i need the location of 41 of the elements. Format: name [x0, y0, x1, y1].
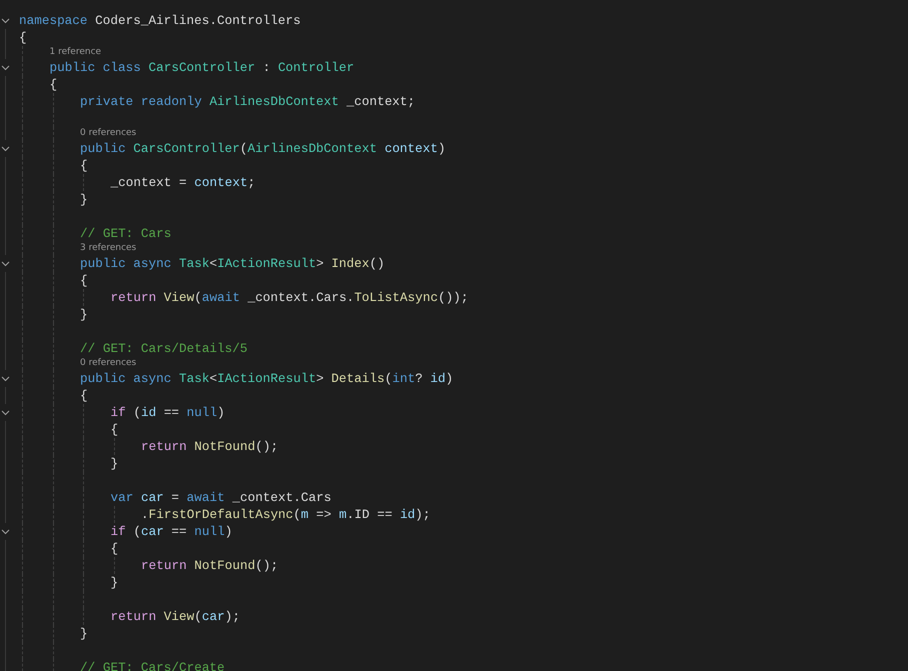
chevron-down-icon[interactable] [1, 16, 10, 25]
code-line: } [80, 625, 88, 642]
code-line: public async Task<IActionResult> Index() [80, 255, 385, 272]
code-line: { [50, 76, 58, 93]
reference-count-link[interactable]: 0 references [80, 127, 136, 140]
code-line: { [80, 387, 88, 404]
code-line: namespace Coders_Airlines.Controllers [19, 12, 301, 29]
code-line: { [80, 272, 88, 289]
chevron-down-icon[interactable] [1, 144, 10, 153]
code-line: private readonly AirlinesDbContext _context; [80, 93, 416, 110]
code-line: public class CarsController : Controller [50, 59, 354, 76]
code-line: if (car == null) [110, 523, 232, 540]
code-line: .FirstOrDefaultAsync(m => m.ID == id); [141, 506, 430, 523]
code-line: public async Task<IActionResult> Details(int? id) [80, 370, 454, 387]
chevron-down-icon[interactable] [1, 408, 10, 417]
reference-count-link[interactable]: 3 references [80, 242, 136, 255]
code-line: // GET: Cars/Create [80, 659, 225, 671]
code-line: if (id == null) [110, 404, 225, 421]
code-line: { [19, 29, 27, 46]
code-line: { [110, 540, 118, 557]
code-line: public CarsController(AirlinesDbContext context) [80, 140, 446, 157]
code-line: var car = await _context.Cars [110, 489, 332, 506]
code-line: _context = context; [110, 174, 256, 191]
code-line: // GET: Cars [80, 225, 172, 242]
reference-count-link[interactable]: 0 references [80, 357, 136, 370]
code-line: { [110, 421, 118, 438]
chevron-down-icon[interactable] [1, 527, 10, 536]
code-line: } [80, 191, 88, 208]
reference-count-link[interactable]: 1 reference [50, 46, 102, 59]
code-line: return NotFound(); [141, 557, 278, 574]
chevron-down-icon[interactable] [1, 374, 10, 383]
code-line: return NotFound(); [141, 438, 278, 455]
code-line: return View(await _context.Cars.ToListAsync()); [110, 289, 468, 306]
chevron-down-icon[interactable] [1, 63, 10, 72]
code-line: } [110, 574, 118, 591]
code-line: } [80, 306, 88, 323]
chevron-down-icon[interactable] [1, 259, 10, 268]
code-line: } [110, 455, 118, 472]
code-line: { [80, 157, 88, 174]
code-line: // GET: Cars/Details/5 [80, 340, 248, 357]
code-line: return View(car); [110, 608, 240, 625]
